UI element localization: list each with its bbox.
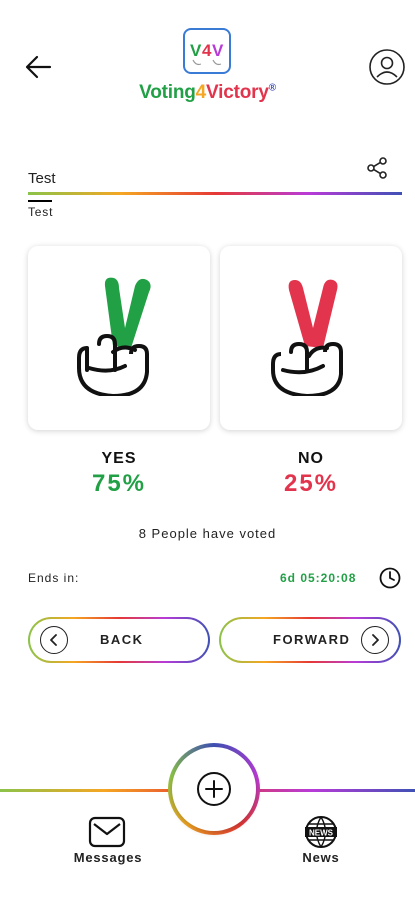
- no-label: NO: [298, 450, 324, 467]
- back-arrow-icon[interactable]: [22, 50, 56, 84]
- voted-count: 8 People have voted: [138, 526, 277, 541]
- back-button[interactable]: BACK: [28, 617, 210, 663]
- app-name: Voting4Victory®: [139, 82, 276, 103]
- chevron-right-icon: [361, 626, 389, 654]
- plus-circle-icon: [197, 772, 231, 806]
- peace-hand-yes-icon: [77, 277, 151, 396]
- poll-description: Test: [28, 205, 54, 219]
- ends-in-label: Ends in:: [28, 571, 80, 585]
- countdown-timer: 6d 05:20:08: [280, 571, 357, 585]
- svg-text:4: 4: [202, 41, 212, 60]
- chevron-left-icon: [40, 626, 68, 654]
- yes-label: YES: [101, 450, 137, 467]
- svg-text:V: V: [212, 41, 224, 60]
- poll-title: Test: [28, 170, 56, 187]
- news-nav-label[interactable]: News: [271, 850, 371, 865]
- description-divider: [28, 200, 52, 202]
- user-circle-icon[interactable]: [368, 48, 406, 86]
- globe-news-icon[interactable]: NEWS: [302, 815, 340, 849]
- forward-button-label: FORWARD: [273, 632, 351, 647]
- forward-button[interactable]: FORWARD: [219, 617, 401, 663]
- back-button-label: BACK: [100, 632, 144, 647]
- peace-hand-no-icon: [271, 279, 343, 396]
- svg-text:V: V: [190, 41, 202, 60]
- svg-text:NEWS: NEWS: [309, 829, 334, 838]
- add-poll-button[interactable]: [168, 743, 260, 835]
- messages-nav-label[interactable]: Messages: [58, 850, 158, 865]
- vote-yes-card[interactable]: [28, 246, 210, 430]
- vote-no-card[interactable]: [220, 246, 402, 430]
- title-divider: [28, 192, 402, 195]
- yes-percent: 75%: [91, 470, 147, 497]
- share-icon[interactable]: [365, 156, 389, 180]
- app-logo: V 4 V: [183, 28, 231, 74]
- clock-icon: [379, 567, 401, 589]
- no-percent: 25%: [283, 470, 339, 497]
- envelope-icon[interactable]: [88, 816, 126, 848]
